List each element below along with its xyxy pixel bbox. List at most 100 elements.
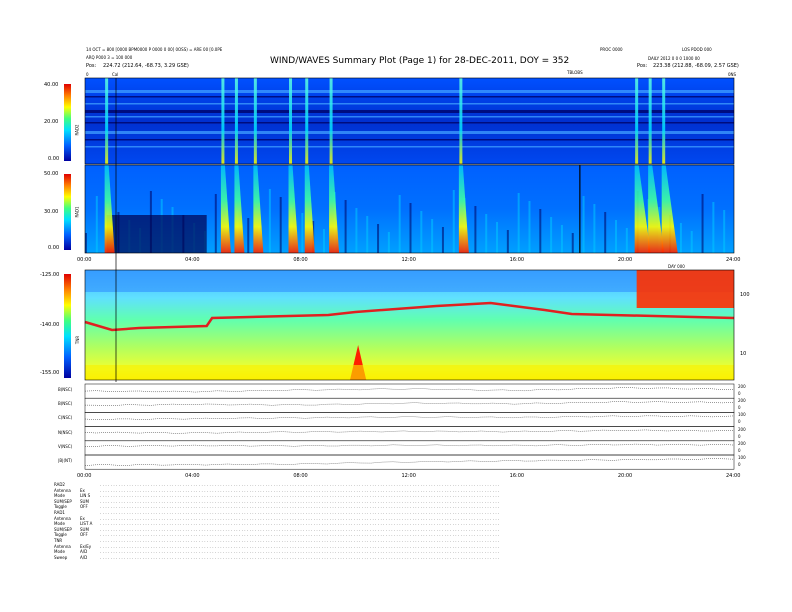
rad2-burst xyxy=(234,78,238,164)
instrument-row-dots: ........................................… xyxy=(100,539,501,543)
rad1-streak xyxy=(679,223,682,253)
rad1-streak xyxy=(550,217,553,253)
instrument-row-dots: ........................................… xyxy=(100,494,501,499)
rad2-burst xyxy=(105,78,109,164)
line-panel-tick: 200 xyxy=(738,384,746,389)
line-panel-tick: 0 xyxy=(738,391,741,396)
rad1-tick-top: 50.00 xyxy=(44,171,59,177)
instrument-row-value: SUM xyxy=(80,526,89,532)
line-panel-tick: 0 xyxy=(738,405,741,411)
time-tick-label: 20:00 xyxy=(617,473,633,479)
instrument-row-dots: ........................................… xyxy=(100,527,501,532)
rad1-tick-bottom: 0.00 xyxy=(48,245,60,251)
instrument-row-label: Mode xyxy=(54,549,65,555)
time-tick-label: 04:00 xyxy=(185,257,200,263)
rad1-streak xyxy=(528,201,531,253)
rad2-burst xyxy=(221,78,225,164)
rad1-streak xyxy=(344,200,347,253)
line-panel-label: |B|(NT) xyxy=(58,458,72,463)
time-tick-label: 12:00 xyxy=(401,257,416,263)
rad1-streak xyxy=(355,208,358,253)
time-tick-label: 08:00 xyxy=(293,257,308,263)
tnr-axis-label: TNR xyxy=(75,335,81,345)
instrument-row-dots: ........................................… xyxy=(100,488,501,493)
rad1-streak xyxy=(690,231,693,253)
instrument-row-value: LIN S xyxy=(80,493,91,499)
series-line xyxy=(84,386,735,393)
rad1-streak xyxy=(247,218,250,253)
instrument-row-label: Toggle xyxy=(54,532,67,538)
time-tick-label: 00:00 xyxy=(77,473,92,479)
instrument-row-value: SUM xyxy=(80,498,89,504)
rad1-streak xyxy=(398,195,401,253)
rad1-streak xyxy=(615,220,618,253)
rad2-burst xyxy=(289,78,293,164)
instrument-row-label: Antenna xyxy=(54,487,71,493)
instrument-row-dots: ........................................… xyxy=(100,555,501,560)
time-tick-label: 24:00 xyxy=(726,473,741,479)
rad2-tick-top: 40.00 xyxy=(44,82,59,88)
instrument-row-dots: ........................................… xyxy=(100,499,501,504)
instrument-row-value: OFF xyxy=(80,504,88,510)
instrument-row-label: TNR xyxy=(54,538,63,543)
tnr-panel xyxy=(84,269,735,381)
rad1-streak xyxy=(279,197,282,253)
instrument-row-value: LIST A xyxy=(80,521,93,527)
rad2-burst xyxy=(459,78,463,164)
line-panel-tick: 0 xyxy=(738,462,741,467)
rad1-streak xyxy=(95,196,98,253)
instrument-row-value: A/D xyxy=(80,554,88,560)
rad2-burst xyxy=(253,78,257,164)
rad2-colorbar xyxy=(64,84,71,161)
series-line xyxy=(84,443,735,447)
rad2-burst xyxy=(648,78,652,164)
series-line xyxy=(84,429,735,434)
rad1-streak xyxy=(582,196,585,253)
line-panel-tick: 200 xyxy=(738,440,746,446)
rad1-streak xyxy=(387,232,390,253)
line-panel-label: B(NSC) xyxy=(58,387,73,392)
rad1-streak xyxy=(701,194,704,253)
rad1-streak xyxy=(214,194,217,253)
rad1-streak xyxy=(604,212,607,253)
line-panel-label: B(NSC) xyxy=(58,401,73,407)
rad1-streak xyxy=(496,222,499,253)
rad1-streak xyxy=(485,214,488,253)
instrument-row-dots: ........................................… xyxy=(100,522,501,527)
rad2-burst xyxy=(635,78,639,164)
time-tick-label: 12:00 xyxy=(401,473,416,479)
series-line xyxy=(84,458,735,466)
rad2-axis-label: RAD2 xyxy=(74,124,80,136)
rad2-tick-mid: 20.00 xyxy=(44,119,59,125)
rad1-streak xyxy=(420,211,423,253)
line-panel-frame xyxy=(84,397,735,413)
line-panel-frame xyxy=(84,383,735,399)
time-tick-label: 08:00 xyxy=(293,473,308,479)
line-panel-label: V(NSC) xyxy=(58,443,73,449)
rad1-streak xyxy=(431,219,434,253)
tnr-tick-mid: -140.00 xyxy=(40,322,60,328)
rad1-streak xyxy=(322,229,325,253)
tnr-right-tick-top: 100 xyxy=(740,292,750,298)
rad1-streak xyxy=(441,227,444,253)
rad2-burst xyxy=(305,78,309,164)
tnr-right-tick-bottom: 10 xyxy=(740,351,747,357)
line-panel-frame xyxy=(84,426,735,442)
tnr-tick-bottom: -155.00 xyxy=(40,370,60,376)
line-panel-tick: 100 xyxy=(738,455,746,460)
rad1-streak xyxy=(593,204,596,253)
line-panel-tick: 0 xyxy=(738,419,741,425)
instrument-row-label: Sweep xyxy=(54,554,68,560)
rad1-streak xyxy=(377,224,380,253)
line-panel-tick: 100 xyxy=(738,412,746,418)
instrument-row-label: Toggle xyxy=(54,504,67,510)
time-tick-label: 20:00 xyxy=(617,257,633,263)
series-line xyxy=(84,401,735,407)
tnr-tick-top: -125.00 xyxy=(40,272,60,278)
line-panel-frame xyxy=(84,412,735,427)
instrument-row-label: Mode xyxy=(54,521,65,527)
line-panel-tick: 200 xyxy=(738,426,746,432)
rad1-streak xyxy=(571,233,574,253)
line-panel-tick: 0 xyxy=(738,433,741,439)
rad1-streak xyxy=(409,203,412,253)
